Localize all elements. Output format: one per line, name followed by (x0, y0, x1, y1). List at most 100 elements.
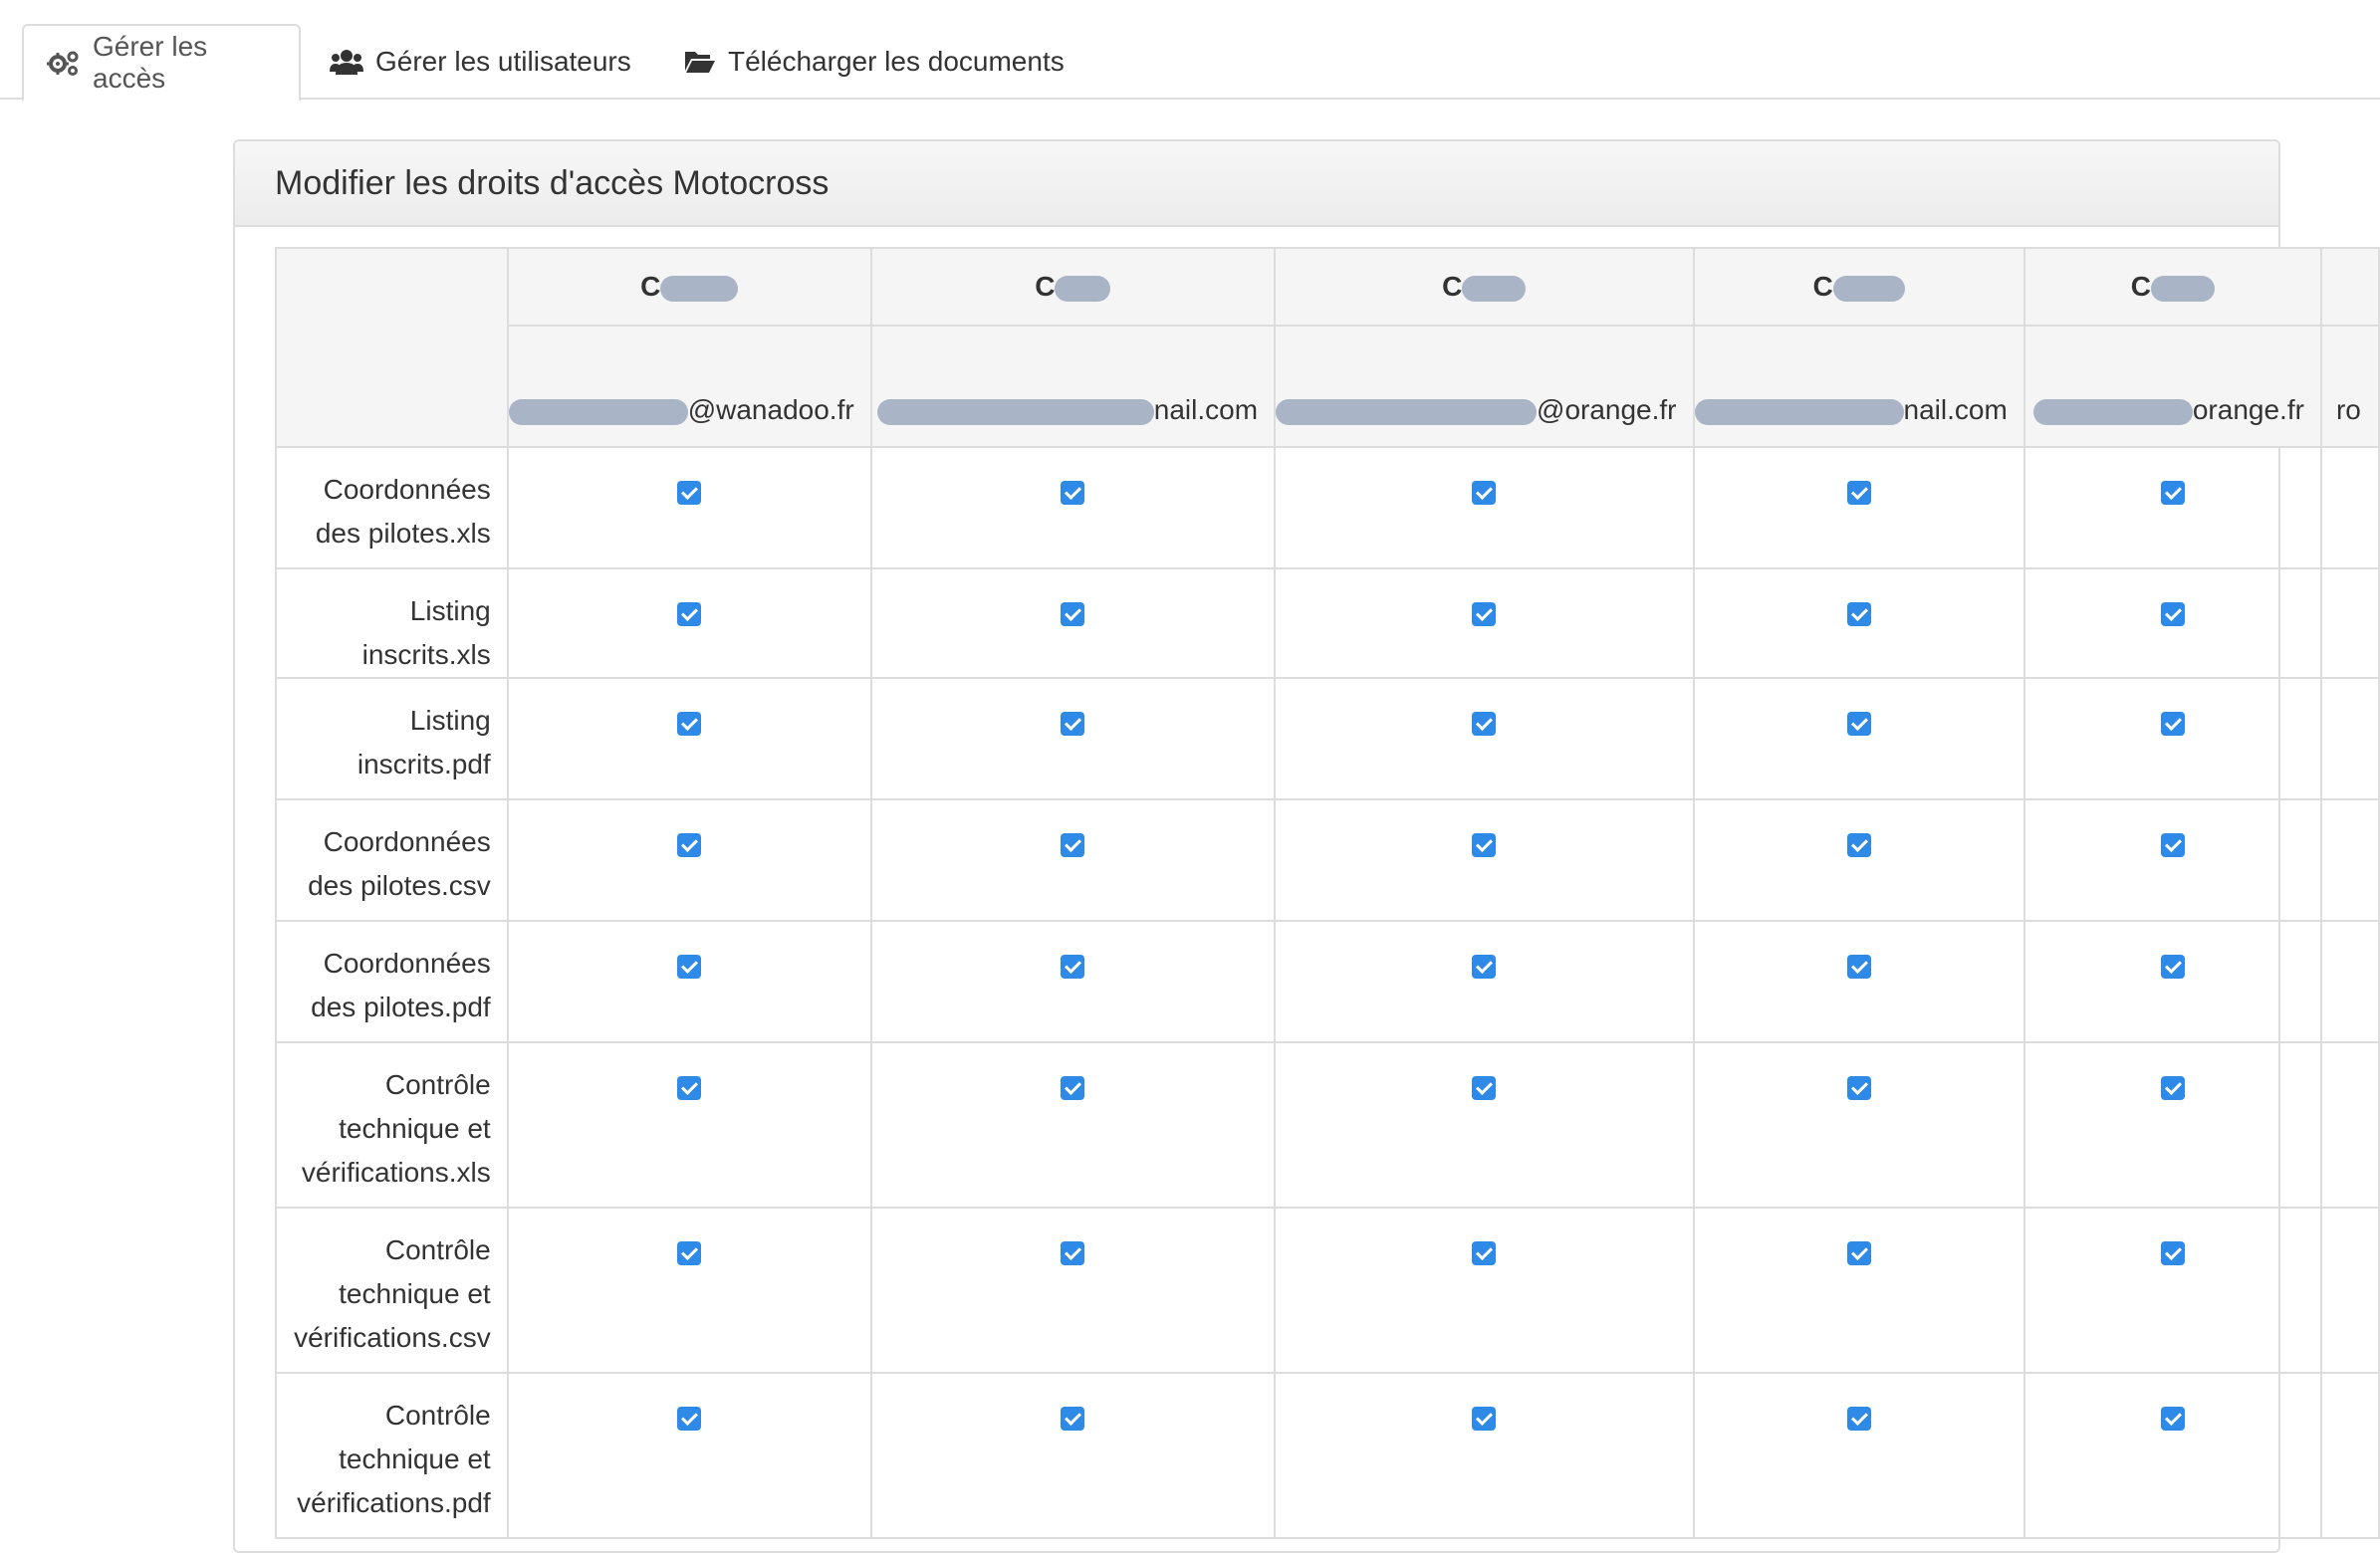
access-checkbox[interactable] (1846, 833, 1871, 857)
user-email-header: @wanadoo.fr (506, 325, 872, 448)
access-checkbox[interactable] (1846, 955, 1871, 979)
access-checkbox[interactable] (677, 955, 702, 979)
partial-cell (2319, 1372, 2380, 1539)
access-cell (1692, 1207, 2025, 1374)
access-cell (1274, 1041, 1695, 1209)
partial-cell (2319, 920, 2380, 1043)
access-checkbox[interactable] (2160, 1076, 2185, 1100)
panel-title: Modifier les droits d'accès Motocross (235, 141, 2278, 227)
access-cell (1274, 446, 1695, 569)
access-checkbox[interactable] (1472, 1241, 1497, 1265)
redacted-email (1695, 398, 1904, 425)
access-checkbox[interactable] (2160, 955, 2185, 979)
redacted-email (1277, 398, 1538, 425)
tab-download-documents[interactable]: Télécharger les documents (661, 24, 1087, 100)
access-cell (1274, 1372, 1695, 1539)
document-label: Listing inscrits.xls (275, 567, 509, 679)
gears-icon (47, 49, 81, 77)
access-checkbox[interactable] (677, 1241, 702, 1265)
tab-label: Gérer les utilisateurs (375, 46, 631, 77)
redacted-name (1462, 275, 1527, 302)
access-cell (1274, 677, 1695, 800)
redacted-email (2032, 398, 2193, 425)
tab-manage-access[interactable]: Gérer les accès (22, 24, 301, 102)
access-checkbox[interactable] (1061, 1076, 1085, 1100)
access-cell (1692, 798, 2025, 922)
user-email-header-partial: ro (2319, 325, 2380, 448)
table-row: Coordonnées des pilotes.csv (275, 798, 2380, 922)
document-label: Coordonnées des pilotes.csv (275, 798, 509, 922)
access-checkbox[interactable] (1061, 712, 1085, 736)
access-cell (506, 1372, 872, 1539)
access-checkbox[interactable] (1061, 833, 1085, 857)
user-email-header: nail.com (1692, 325, 2025, 448)
access-cell (1692, 677, 2025, 800)
access-checkbox[interactable] (1061, 1241, 1085, 1265)
access-checkbox[interactable] (1846, 712, 1871, 736)
access-checkbox[interactable] (1846, 481, 1871, 505)
document-label: Coordonnées des pilotes.pdf (275, 920, 509, 1043)
access-cell (506, 1041, 872, 1209)
access-checkbox[interactable] (1472, 955, 1497, 979)
access-checkbox[interactable] (1061, 481, 1085, 505)
access-cell (2023, 677, 2322, 800)
access-checkbox[interactable] (1472, 602, 1497, 626)
access-cell (1274, 798, 1695, 922)
access-checkbox[interactable] (1472, 1076, 1497, 1100)
redacted-email (876, 398, 1154, 425)
access-checkbox[interactable] (2160, 1241, 2185, 1265)
access-checkbox[interactable] (677, 1076, 702, 1100)
access-cell (2023, 567, 2322, 679)
access-cell (869, 1372, 1277, 1539)
user-name-header: C (1692, 247, 2025, 327)
access-checkbox[interactable] (677, 1407, 702, 1431)
partial-cell (2319, 677, 2380, 800)
redacted-name (1055, 275, 1111, 302)
access-checkbox[interactable] (2160, 833, 2185, 857)
access-cell (506, 567, 872, 679)
access-checkbox[interactable] (677, 712, 702, 736)
access-checkbox[interactable] (2160, 602, 2185, 626)
access-checkbox[interactable] (1061, 1407, 1085, 1431)
access-checkbox[interactable] (2160, 1407, 2185, 1431)
access-checkbox[interactable] (1846, 1076, 1871, 1100)
access-checkbox[interactable] (1472, 1407, 1497, 1431)
access-cell (1274, 567, 1695, 679)
access-checkbox[interactable] (1846, 602, 1871, 626)
access-checkbox[interactable] (1061, 602, 1085, 626)
access-checkbox[interactable] (677, 602, 702, 626)
access-checkbox[interactable] (677, 481, 702, 505)
users-icon (330, 48, 363, 76)
document-label: Contrôle technique et vérifications.csv (275, 1207, 509, 1374)
access-cell (506, 677, 872, 800)
tab-bar: Gérer les accès Gérer les utilisateurs T… (0, 0, 2380, 102)
partial-cell (2319, 1041, 2380, 1209)
access-checkbox[interactable] (2160, 712, 2185, 736)
partial-cell (2319, 798, 2380, 922)
table-row: Listing inscrits.xls (275, 567, 2380, 679)
access-checkbox[interactable] (1846, 1407, 1871, 1431)
access-cell (506, 446, 872, 569)
access-cell (869, 446, 1277, 569)
redacted-email (509, 398, 688, 425)
access-cell (1274, 1207, 1695, 1374)
partial-cell (2319, 1207, 2380, 1374)
access-cell (869, 1207, 1277, 1374)
table-row: Contrôle technique et vérifications.xls (275, 1041, 2380, 1209)
tab-manage-users[interactable]: Gérer les utilisateurs (307, 24, 654, 100)
redacted-name (2150, 275, 2215, 302)
access-checkbox[interactable] (1472, 833, 1497, 857)
table-row: Listing inscrits.pdf (275, 677, 2380, 800)
access-cell (1692, 1372, 2025, 1539)
access-checkbox[interactable] (1472, 481, 1497, 505)
access-rights-table: C C C C C @wanadoo.fr nail.com @orange.f… (275, 247, 2380, 1539)
access-checkbox[interactable] (1472, 712, 1497, 736)
access-checkbox[interactable] (1846, 1241, 1871, 1265)
user-name-header-partial (2319, 247, 2380, 327)
user-name-header: C (2023, 247, 2322, 327)
access-cell (2023, 1372, 2322, 1539)
access-checkbox[interactable] (1061, 955, 1085, 979)
access-checkbox[interactable] (2160, 481, 2185, 505)
access-checkbox[interactable] (677, 833, 702, 857)
partial-cell (2319, 446, 2380, 569)
